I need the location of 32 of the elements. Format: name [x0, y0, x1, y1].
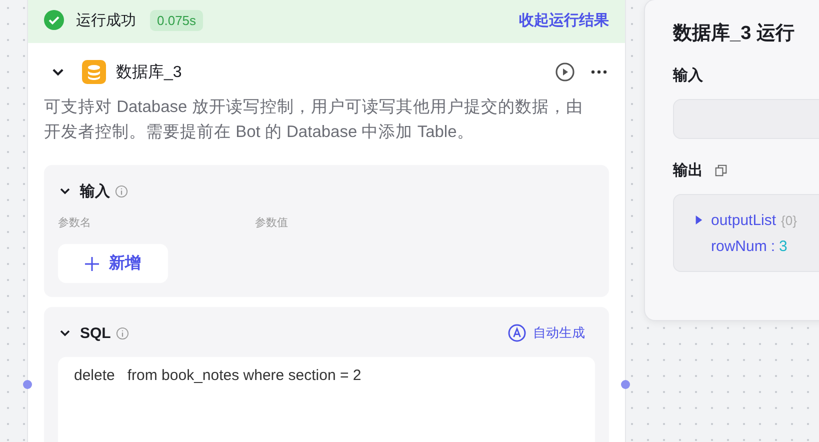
add-button[interactable]: 新增 [58, 244, 168, 283]
auto-generate-button[interactable]: 自动生成 [508, 324, 595, 342]
success-icon [44, 10, 64, 30]
connection-port[interactable] [621, 380, 630, 389]
ai-icon [508, 324, 526, 342]
play-icon[interactable] [555, 62, 575, 82]
column-header: 参数值 [255, 216, 289, 230]
tree-value: 3 [779, 238, 788, 254]
duration-badge: 0.075s [150, 10, 204, 30]
collapse-results-link[interactable]: 收起运行结果 [519, 10, 609, 30]
info-icon[interactable] [115, 184, 128, 198]
section-title: SQL [80, 324, 111, 342]
tree-separator: : [770, 238, 776, 254]
node-title: 数据库_3 [116, 62, 182, 82]
tree-key: rowNum [711, 238, 767, 254]
section-title: 输入 [80, 182, 110, 200]
expand-triangle-icon[interactable] [694, 215, 703, 225]
database-icon [82, 60, 106, 84]
sql-query: delete from book_notes where section = 2 [74, 367, 362, 384]
output-label: 输出 [673, 161, 703, 180]
info-icon[interactable] [116, 326, 129, 340]
connection-port[interactable] [23, 380, 32, 389]
status-label: 运行成功 [76, 10, 136, 30]
plus-icon [85, 256, 99, 270]
column-header: 参数名 [58, 216, 92, 230]
tree-key[interactable]: outputList [711, 212, 776, 228]
sql-editor[interactable]: delete from book_notes where section = 2 [58, 357, 595, 442]
node-description: 可支持对 Database 放开读写控制，用户可读写其他用户提交的数据，由开发者控制。需要提前在 Bot 的 Database 中添加 Table。 [44, 97, 584, 143]
tree-summary: {0} [781, 212, 797, 228]
panel-title: 数据库_3 运行 [673, 22, 796, 46]
input-label: 输入 [673, 66, 703, 85]
copy-icon[interactable] [715, 164, 727, 177]
